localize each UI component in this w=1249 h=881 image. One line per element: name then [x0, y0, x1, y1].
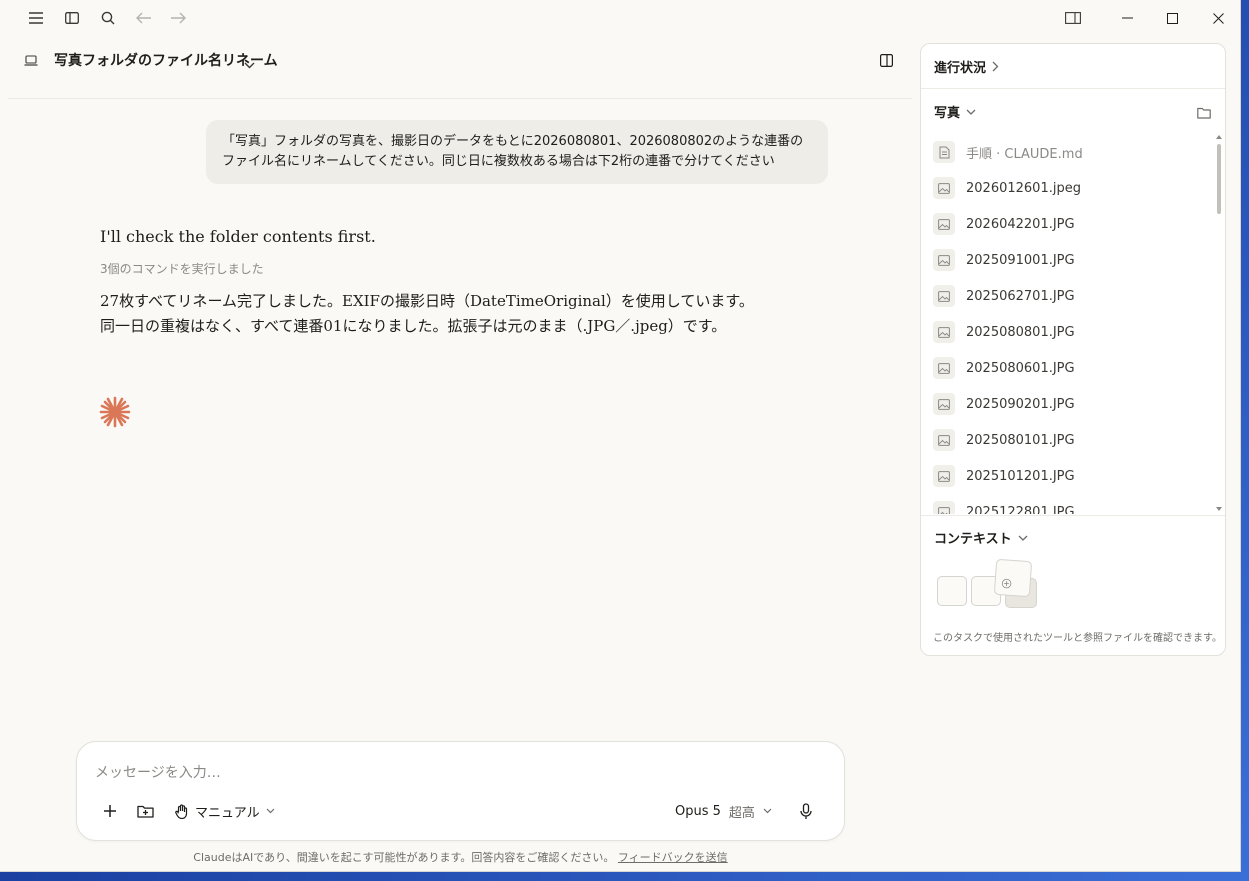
title-bar: [0, 0, 1240, 36]
file-name: 2026042201.JPG: [966, 216, 1075, 232]
image-icon: [933, 321, 955, 343]
app-window: 写真フォルダのファイル名リネーム 「写真」フォルダの写真を、撮影日のデータをもと…: [0, 0, 1241, 872]
file-item[interactable]: 2026042201.JPG: [933, 210, 1075, 238]
image-icon: [933, 285, 955, 307]
image-icon: [933, 429, 955, 451]
file-list-scrollbar[interactable]: [1215, 134, 1223, 514]
progress-title: 進行状況: [934, 61, 987, 76]
minimize-icon[interactable]: [1104, 4, 1150, 32]
message-composer: マニュアル Opus 5 超高: [76, 741, 845, 841]
context-note: このタスクで使用されたツールと参照ファイルを確認できます。: [933, 633, 1222, 644]
image-icon: [933, 465, 955, 487]
file-item[interactable]: 2025122801.JPG: [933, 498, 1075, 514]
file-name: 2025080601.JPG: [966, 360, 1075, 376]
file-item[interactable]: 手順 · CLAUDE.md: [933, 138, 1083, 166]
mode-selector[interactable]: マニュアル: [175, 798, 275, 824]
hand-icon: [175, 803, 188, 819]
file-name: 2025090201.JPG: [966, 396, 1075, 412]
laptop-icon: [24, 52, 38, 71]
image-icon: [933, 393, 955, 415]
image-icon: [933, 213, 955, 235]
file-item[interactable]: 2025080801.JPG: [933, 318, 1075, 346]
close-icon[interactable]: [1195, 4, 1240, 32]
footer-disclaimer: ClaudeはAIであり、間違いを起こす可能性があります。回答内容をご確認くださ…: [0, 849, 921, 865]
add-icon[interactable]: [99, 798, 121, 824]
plus-icon: [1001, 578, 1012, 589]
files-header[interactable]: 写真: [934, 102, 976, 121]
back-arrow-icon[interactable]: [132, 6, 156, 30]
mode-label: マニュアル: [195, 805, 260, 821]
chevron-down-icon: [266, 808, 275, 814]
disclaimer-text: ClaudeはAIであり、間違いを起こす可能性があります。回答内容をご確認くださ…: [193, 851, 615, 864]
sidebar-toggle-icon[interactable]: [60, 6, 84, 30]
microphone-icon[interactable]: [795, 798, 817, 824]
open-folder-icon[interactable]: [1197, 104, 1211, 123]
file-item[interactable]: 2025101201.JPG: [933, 462, 1075, 490]
context-illustration: [935, 558, 1045, 618]
model-selector[interactable]: Opus 5 超高: [675, 798, 772, 824]
document-icon: [933, 141, 955, 163]
progress-header[interactable]: 進行状況: [934, 57, 999, 76]
scroll-thumb[interactable]: [1217, 144, 1221, 214]
file-list: 手順 · CLAUDE.md 2026012601.jpeg 2026042201.…: [921, 136, 1217, 514]
file-name: 2025091001.JPG: [966, 252, 1075, 268]
image-icon: [933, 501, 955, 514]
context-title: コンテキスト: [934, 532, 1012, 547]
maximize-icon[interactable]: [1149, 4, 1195, 32]
file-name: 2025101201.JPG: [966, 468, 1075, 484]
forward-arrow-icon[interactable]: [166, 6, 190, 30]
chevron-down-icon: [966, 109, 976, 115]
assistant-intro: I'll check the folder contents first.: [100, 227, 376, 246]
commands-summary[interactable]: 3個のコマンドを実行しました: [100, 260, 264, 277]
file-item[interactable]: 2025091001.JPG: [933, 246, 1075, 274]
assistant-result-line2: 同一日の重複はなく、すべて連番01になりました。拡張子は元のまま（.JPG／.j…: [100, 317, 727, 335]
folder-add-icon[interactable]: [134, 798, 156, 824]
feedback-link[interactable]: フィードバックを送信: [618, 851, 728, 864]
task-title[interactable]: 写真フォルダのファイル名リネーム: [54, 50, 278, 70]
image-icon: [933, 357, 955, 379]
search-icon[interactable]: [96, 6, 120, 30]
header-divider: [8, 98, 912, 99]
file-name: 2025122801.JPG: [966, 504, 1075, 515]
file-name: 2025080801.JPG: [966, 324, 1075, 340]
scroll-down-icon: [1216, 507, 1222, 511]
assistant-result-line1: 27枚すべてリネーム完了しました。EXIFの撮影日時（DateTimeOrigi…: [100, 292, 754, 310]
file-name: 2025062701.JPG: [966, 288, 1075, 304]
split-view-icon[interactable]: [880, 52, 894, 71]
user-message: 「写真」フォルダの写真を、撮影日のデータをもとに2026080801、20260…: [206, 120, 828, 184]
context-header[interactable]: コンテキスト: [934, 528, 1028, 547]
file-name: 手順 · CLAUDE.md: [966, 146, 1083, 162]
message-input[interactable]: [95, 762, 795, 784]
panel-divider: [921, 515, 1225, 516]
file-name: 2025080101.JPG: [966, 432, 1075, 448]
file-item[interactable]: 2025062701.JPG: [933, 282, 1075, 310]
side-panel: 進行状況 写真 手順 · CLAUDE.md 2026012601.jpeg 202…: [920, 43, 1226, 656]
image-icon: [933, 177, 955, 199]
model-label: Opus 5: [675, 803, 721, 819]
file-item[interactable]: 2025080601.JPG: [933, 354, 1075, 382]
file-item[interactable]: 2026012601.jpeg: [933, 174, 1081, 202]
scroll-up-icon: [1216, 135, 1222, 139]
chevron-down-icon: [763, 808, 772, 814]
file-item[interactable]: 2025080101.JPG: [933, 426, 1075, 454]
file-item[interactable]: 2025090201.JPG: [933, 390, 1075, 418]
chevron-right-icon: [992, 61, 999, 72]
effort-label: 超高: [728, 805, 755, 821]
file-name: 2026012601.jpeg: [966, 180, 1081, 196]
files-title: 写真: [934, 106, 961, 121]
claude-spinner-icon: [99, 396, 131, 432]
menu-icon[interactable]: [24, 6, 48, 30]
panel-divider: [921, 88, 1225, 89]
chevron-down-icon: [1018, 535, 1028, 541]
panel-icon[interactable]: [1050, 4, 1096, 32]
image-icon: [933, 249, 955, 271]
